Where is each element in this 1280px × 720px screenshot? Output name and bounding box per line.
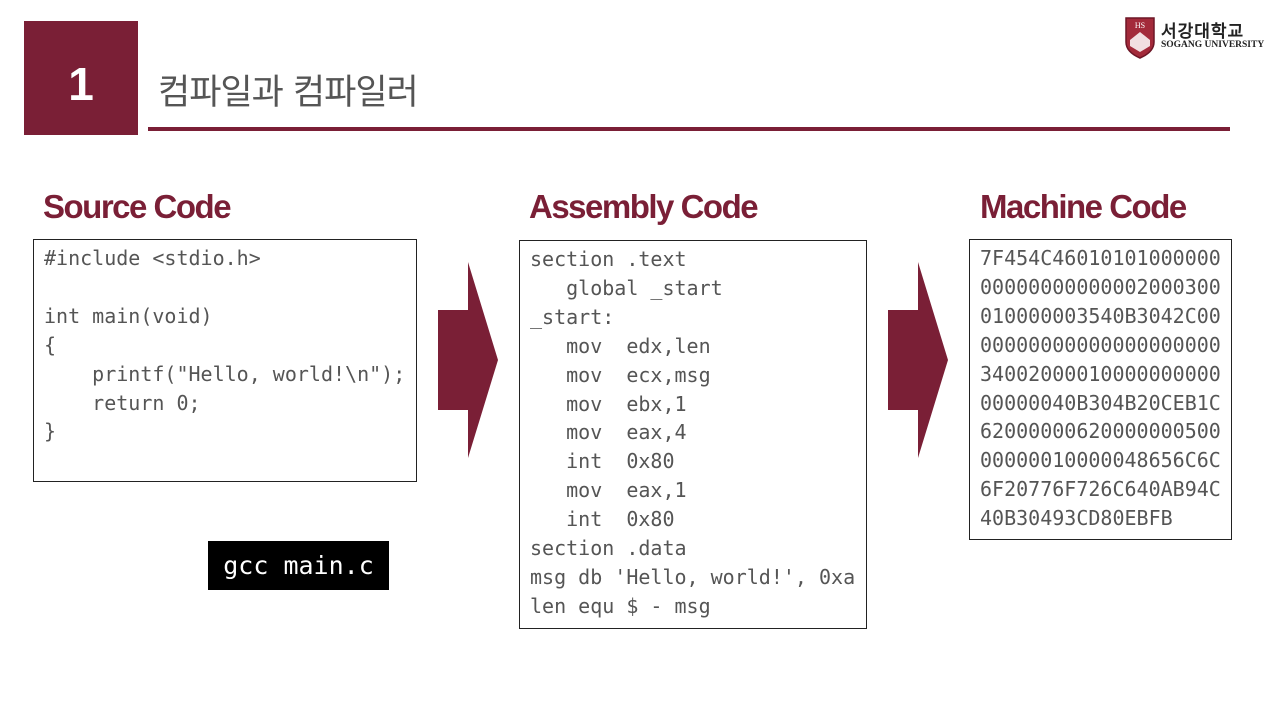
slide-number-badge: 1 xyxy=(24,21,138,135)
compile-command-text: gcc main.c xyxy=(223,551,374,580)
university-logo: HS 서강대학교 SOGANG UNIVERSITY xyxy=(1124,16,1264,62)
compile-command-box: gcc main.c xyxy=(208,541,389,590)
logo-name-english: SOGANG UNIVERSITY xyxy=(1161,40,1265,50)
logo-name-korean: 서강대학교 xyxy=(1161,22,1245,42)
source-code-heading: Source Code xyxy=(43,188,232,225)
source-code-box: #include <stdio.h> int main(void) { prin… xyxy=(33,239,417,482)
machine-code-text: 7F454C46010101000000 0000000000000200030… xyxy=(980,246,1221,531)
logo-badge-text: HS xyxy=(1135,21,1145,30)
arrow-right-icon xyxy=(888,262,948,458)
arrow-right-icon xyxy=(438,262,498,458)
machine-code-heading: Machine Code xyxy=(980,188,1187,225)
assembly-code-box: section .text global _start _start: mov … xyxy=(519,240,867,629)
slide-title: 컴파일과 컴파일러 xyxy=(158,73,419,113)
title-divider xyxy=(148,127,1230,131)
machine-code-box: 7F454C46010101000000 0000000000000200030… xyxy=(969,239,1232,540)
assembly-code-heading: Assembly Code xyxy=(529,188,759,225)
slide-number: 1 xyxy=(68,58,94,110)
shield-icon: HS xyxy=(1125,17,1155,59)
assembly-code-text: section .text global _start _start: mov … xyxy=(530,247,856,618)
source-code-text: #include <stdio.h> int main(void) { prin… xyxy=(44,246,406,444)
